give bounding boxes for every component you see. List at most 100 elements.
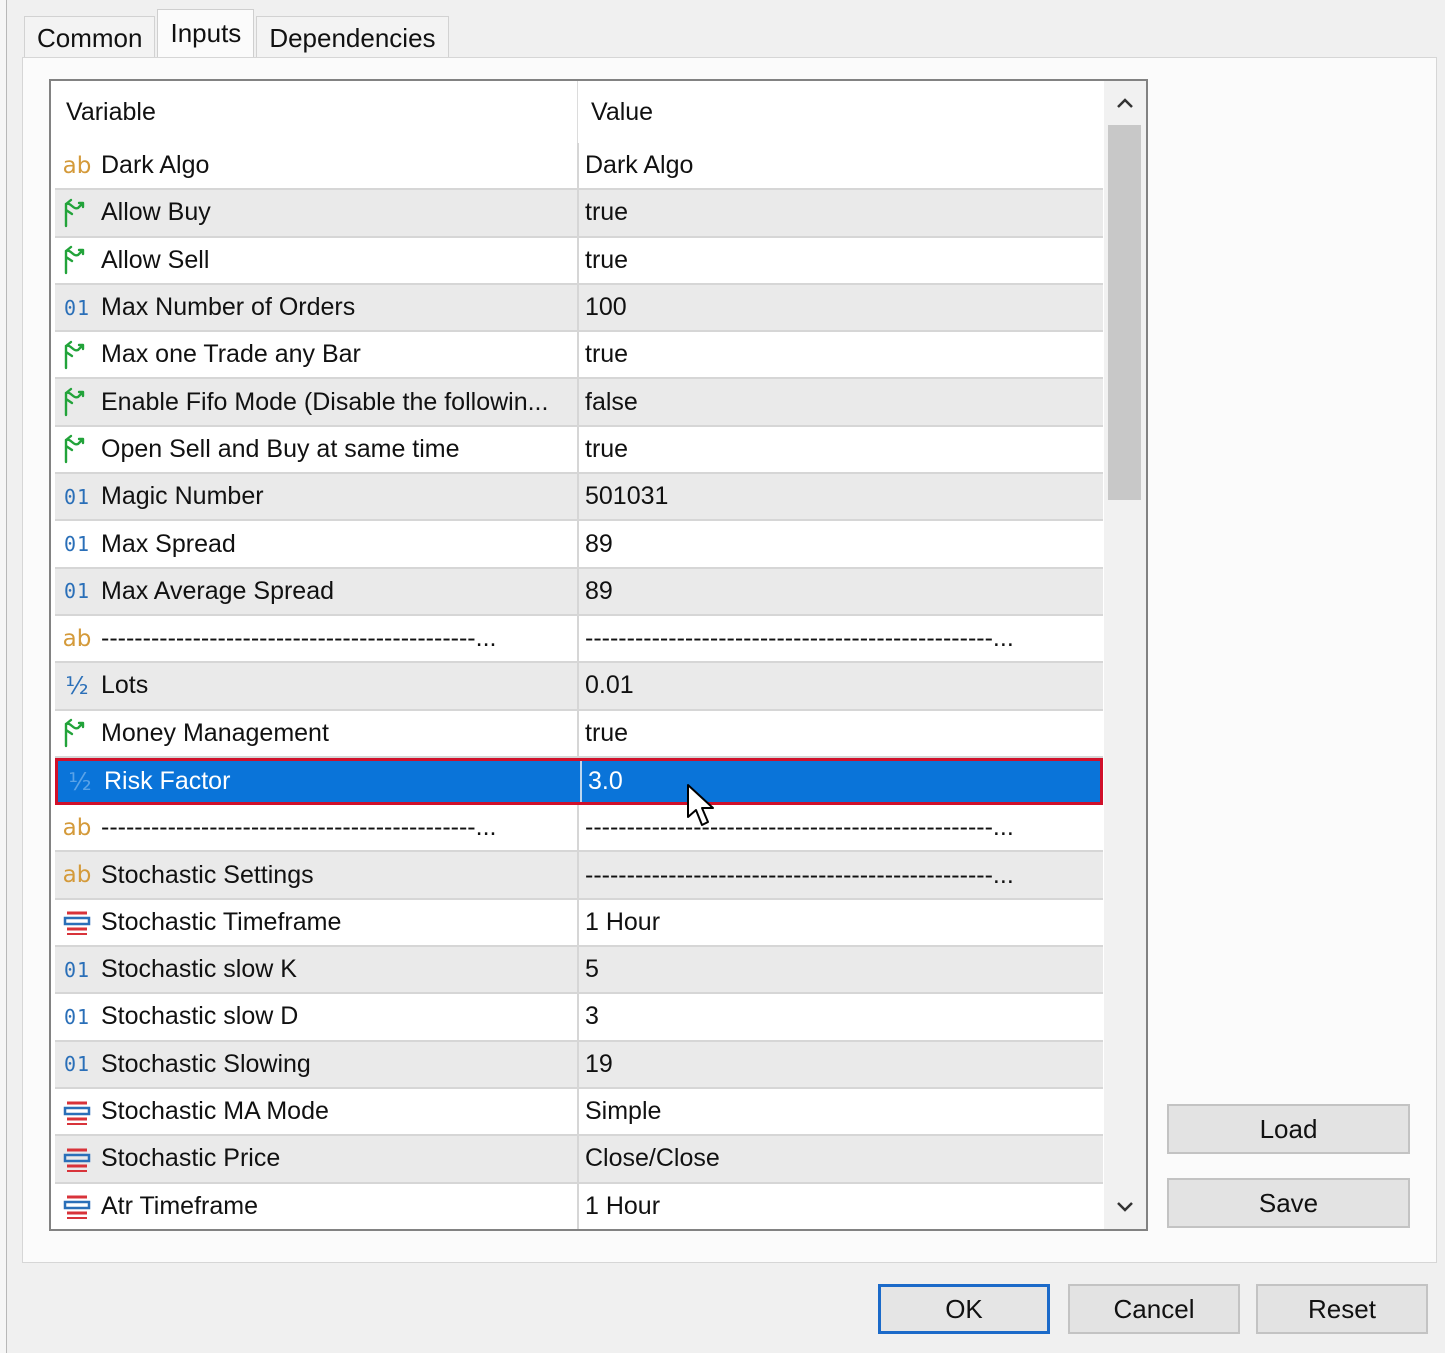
ok-button[interactable]: OK bbox=[878, 1284, 1050, 1334]
variable-cell[interactable]: 01 Max Number of Orders bbox=[55, 285, 577, 330]
tab-dependencies[interactable]: Dependencies bbox=[256, 16, 449, 58]
value-cell[interactable]: ----------------------------------------… bbox=[577, 805, 1103, 851]
variable-cell[interactable]: Open Sell and Buy at same time bbox=[55, 427, 577, 472]
grid-row[interactable]: 01 Stochastic slow K 5 bbox=[55, 947, 1103, 995]
int-icon: 01 bbox=[63, 532, 91, 557]
value-cell[interactable]: 0.01 bbox=[577, 663, 1103, 709]
variable-cell[interactable]: Allow Sell bbox=[55, 238, 577, 283]
variable-cell[interactable]: Stochastic Price bbox=[55, 1136, 577, 1181]
grid-row[interactable]: ab Stochastic Settings -------------------… bbox=[55, 852, 1103, 900]
variable-name: Max Average Spread bbox=[101, 576, 335, 605]
variable-cell[interactable]: 01 Stochastic slow K bbox=[55, 947, 577, 992]
tab-common[interactable]: Common bbox=[24, 16, 156, 58]
value-cell[interactable]: 1 Hour bbox=[577, 899, 1103, 946]
value-cell[interactable]: true bbox=[577, 190, 1103, 236]
value-cell[interactable]: true bbox=[577, 710, 1103, 756]
value-cell[interactable]: ----------------------------------------… bbox=[577, 852, 1103, 898]
variable-cell[interactable]: ½ Risk Factor bbox=[58, 761, 580, 802]
variable-name: Money Management bbox=[101, 718, 329, 747]
value-cell[interactable]: 100 bbox=[577, 284, 1103, 331]
grid-row[interactable]: Stochastic MA Mode Simple bbox=[55, 1088, 1103, 1137]
variable-cell[interactable]: ab --------------------------------------… bbox=[55, 616, 577, 661]
grid-row[interactable]: Atr Timeframe 1 Hour bbox=[55, 1183, 1103, 1229]
value-cell[interactable]: 19 bbox=[577, 1041, 1103, 1087]
variable-cell[interactable]: Allow Buy bbox=[55, 190, 577, 235]
variable-cell[interactable]: Atr Timeframe bbox=[55, 1184, 577, 1229]
variable-name: Max one Trade any Bar bbox=[101, 340, 361, 369]
inputs-grid[interactable]: Variable Value ab Dark Algo Dark Algo Allow… bbox=[49, 79, 1148, 1231]
variable-cell[interactable]: 01 Magic Number bbox=[55, 474, 577, 519]
variable-cell[interactable]: Enable Fifo Mode (Disable the followin..… bbox=[55, 379, 577, 424]
int-icon: 01 bbox=[63, 484, 91, 509]
value-cell[interactable]: Close/Close bbox=[577, 1136, 1103, 1182]
grid-row[interactable]: ½ Lots 0.01 bbox=[55, 663, 1103, 711]
header-value[interactable]: Value bbox=[591, 81, 653, 143]
value-cell[interactable]: true bbox=[577, 237, 1103, 283]
grid-row[interactable]: Enable Fifo Mode (Disable the followin..… bbox=[55, 379, 1103, 427]
double-icon: ½ bbox=[68, 767, 92, 796]
grid-row[interactable]: Allow Sell true bbox=[55, 237, 1103, 285]
value-cell[interactable]: 501031 bbox=[577, 474, 1103, 520]
variable-name: Stochastic MA Mode bbox=[101, 1097, 329, 1126]
grid-row[interactable]: 01 Magic Number 501031 bbox=[55, 474, 1103, 522]
value-cell[interactable]: 89 bbox=[577, 521, 1103, 567]
cancel-button[interactable]: Cancel bbox=[1068, 1284, 1240, 1334]
variable-cell[interactable]: Stochastic MA Mode bbox=[55, 1089, 577, 1134]
scroll-up-arrow-icon[interactable] bbox=[1104, 81, 1146, 125]
value-cell[interactable]: true bbox=[577, 426, 1103, 473]
grid-row[interactable]: Stochastic Timeframe 1 Hour bbox=[55, 899, 1103, 948]
variable-name: Allow Sell bbox=[101, 245, 210, 274]
selected-grid-row[interactable]: ½ Risk Factor 3.0 bbox=[55, 757, 1106, 806]
value-cell[interactable]: false bbox=[577, 379, 1103, 425]
variable-cell[interactable]: 01 Max Spread bbox=[55, 521, 577, 566]
grid-row[interactable]: Open Sell and Buy at same time true bbox=[55, 426, 1103, 475]
variable-cell[interactable]: Money Management bbox=[55, 711, 577, 756]
variable-cell[interactable]: ab Dark Algo bbox=[55, 143, 577, 188]
variable-name: Risk Factor bbox=[104, 767, 231, 795]
variable-name: Stochastic Settings bbox=[101, 860, 314, 889]
scroll-down-arrow-icon[interactable] bbox=[1104, 1185, 1146, 1229]
save-button[interactable]: Save bbox=[1167, 1178, 1410, 1228]
value-cell[interactable]: 3 bbox=[577, 994, 1103, 1040]
value-cell[interactable]: 1 Hour bbox=[577, 1183, 1103, 1229]
grid-row[interactable]: Max one Trade any Bar true bbox=[55, 332, 1103, 380]
grid-row[interactable]: ab Dark Algo Dark Algo bbox=[55, 143, 1103, 191]
variable-name: Stochastic Price bbox=[101, 1144, 281, 1173]
double-icon: ½ bbox=[65, 671, 89, 700]
value-cell[interactable]: true bbox=[577, 332, 1103, 378]
value-cell[interactable]: 5 bbox=[577, 947, 1103, 993]
variable-cell[interactable]: ½ Lots bbox=[55, 663, 577, 708]
grid-row[interactable]: ab --------------------------------------… bbox=[55, 615, 1103, 664]
vertical-scrollbar[interactable] bbox=[1104, 81, 1146, 1229]
grid-row[interactable]: Allow Buy true bbox=[55, 190, 1103, 238]
variable-cell[interactable]: Stochastic Timeframe bbox=[55, 900, 577, 945]
header-variable[interactable]: Variable bbox=[66, 81, 156, 143]
value-cell[interactable]: Simple bbox=[577, 1088, 1103, 1135]
tab-inputs[interactable]: Inputs bbox=[157, 9, 255, 59]
int-icon: 01 bbox=[63, 295, 91, 320]
variable-name: Max Number of Orders bbox=[101, 293, 356, 322]
value-cell[interactable]: Dark Algo bbox=[577, 143, 1103, 189]
variable-cell[interactable]: Max one Trade any Bar bbox=[55, 332, 577, 377]
value-cell[interactable]: ----------------------------------------… bbox=[577, 615, 1103, 662]
grid-row[interactable]: 01 Stochastic slow D 3 bbox=[55, 994, 1103, 1042]
grid-row[interactable]: 01 Stochastic Slowing 19 bbox=[55, 1041, 1103, 1089]
variable-name: Dark Algo bbox=[101, 151, 210, 180]
value-cell[interactable]: 89 bbox=[577, 568, 1103, 614]
variable-cell[interactable]: ab Stochastic Settings bbox=[55, 852, 577, 897]
grid-row[interactable]: 01 Max Number of Orders 100 bbox=[55, 284, 1103, 333]
grid-row[interactable]: Stochastic Price Close/Close bbox=[55, 1136, 1103, 1184]
grid-row[interactable]: 01 Max Spread 89 bbox=[55, 521, 1103, 569]
grid-row[interactable]: Money Management true bbox=[55, 710, 1103, 758]
variable-cell[interactable]: 01 Stochastic slow D bbox=[55, 994, 577, 1039]
scroll-thumb[interactable] bbox=[1108, 125, 1141, 500]
variable-cell[interactable]: 01 Stochastic Slowing bbox=[55, 1042, 577, 1087]
variable-cell[interactable]: ab --------------------------------------… bbox=[55, 805, 577, 850]
value-cell[interactable]: 3.0 bbox=[580, 760, 1106, 803]
reset-button[interactable]: Reset bbox=[1256, 1284, 1428, 1334]
grid-row[interactable]: ab --------------------------------------… bbox=[55, 805, 1103, 853]
load-button[interactable]: Load bbox=[1167, 1104, 1410, 1154]
header-separator[interactable] bbox=[577, 81, 578, 143]
grid-row[interactable]: 01 Max Average Spread 89 bbox=[55, 568, 1103, 616]
variable-cell[interactable]: 01 Max Average Spread bbox=[55, 569, 577, 614]
